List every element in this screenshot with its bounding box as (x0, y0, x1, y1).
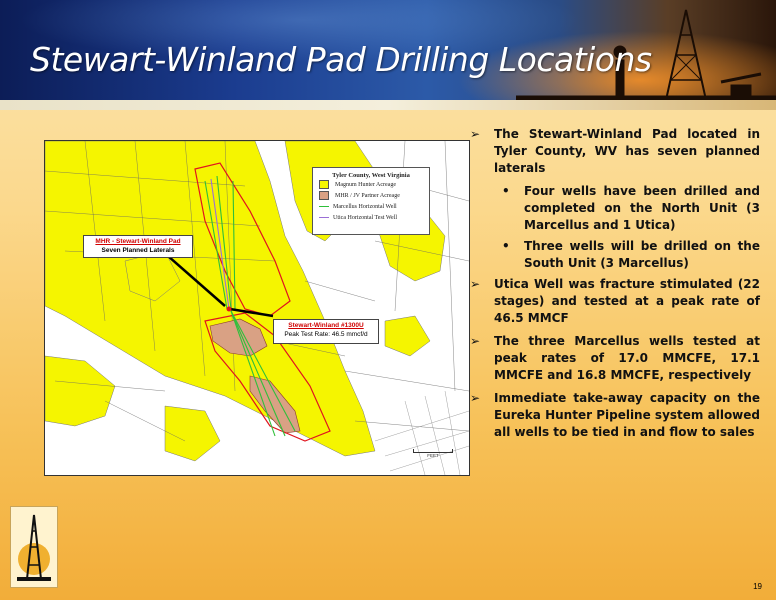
purple-line-icon (319, 217, 329, 218)
arrow-bullet-icon: ➢ (470, 391, 481, 405)
callout-well-title: Stewart-Winland #1300U (288, 322, 364, 329)
map-legend: Tyler County, West Virginia Magnum Hunte… (312, 167, 430, 235)
callout-pad-title: MHR - Stewart-Winland Pad (95, 238, 181, 245)
legend-item-utica: Utica Horizontal Test Well (313, 212, 429, 223)
bullet-list: ➢ The Stewart-Winland Pad located in Tyl… (470, 126, 760, 447)
header-stripe (0, 100, 776, 110)
callout-pad-subtitle: Seven Planned Laterals (101, 247, 175, 254)
scale-bar: FEET (413, 449, 453, 458)
sub-bullet-item: • Four wells have been drilled and compl… (502, 184, 760, 232)
bullet-item: ➢ The Stewart-Winland Pad located in Tyl… (470, 127, 760, 175)
dot-bullet-icon: • (502, 239, 510, 253)
tan-swatch-icon (319, 191, 329, 200)
callout-pad: MHR - Stewart-Winland Pad Seven Planned … (83, 235, 193, 258)
yellow-swatch-icon (319, 180, 329, 189)
bullet-item: ➢ Immediate take-away capacity on the Eu… (470, 391, 760, 439)
derrick-logo-icon (17, 514, 51, 581)
arrow-bullet-icon: ➢ (470, 127, 481, 141)
arrow-bullet-icon: ➢ (470, 334, 481, 348)
green-line-icon (319, 206, 329, 207)
scale-label: FEET (427, 453, 439, 458)
callout-well-subtitle: Peak Test Rate: 46.5 mmcf/d (284, 331, 368, 338)
legend-title: Tyler County, West Virginia (332, 172, 410, 179)
bullet-item: ➢ The three Marcellus wells tested at pe… (470, 334, 760, 382)
legend-item-marcellus: Marcellus Horizontal Well (313, 201, 429, 212)
slide: Stewart-Winland Pad Drilling Locations T… (0, 0, 776, 600)
legend-item-partner: MHR / JV Partner Acreage (313, 190, 429, 201)
legend-item-acreage: Magnum Hunter Acreage (313, 179, 429, 190)
page-title: Stewart-Winland Pad Drilling Locations (30, 40, 652, 79)
dot-bullet-icon: • (502, 184, 510, 198)
bullet-item: ➢ Utica Well was fracture stimulated (22… (470, 277, 760, 325)
arrow-bullet-icon: ➢ (470, 277, 481, 291)
callout-well: Stewart-Winland #1300U Peak Test Rate: 4… (273, 319, 379, 344)
page-number: 19 (753, 582, 762, 591)
sub-bullet-item: • Three wells will be drilled on the Sou… (502, 239, 760, 270)
header-banner: Stewart-Winland Pad Drilling Locations (0, 0, 776, 110)
drilling-map: Tyler County, West Virginia Magnum Hunte… (44, 140, 470, 476)
company-logo (10, 506, 58, 588)
